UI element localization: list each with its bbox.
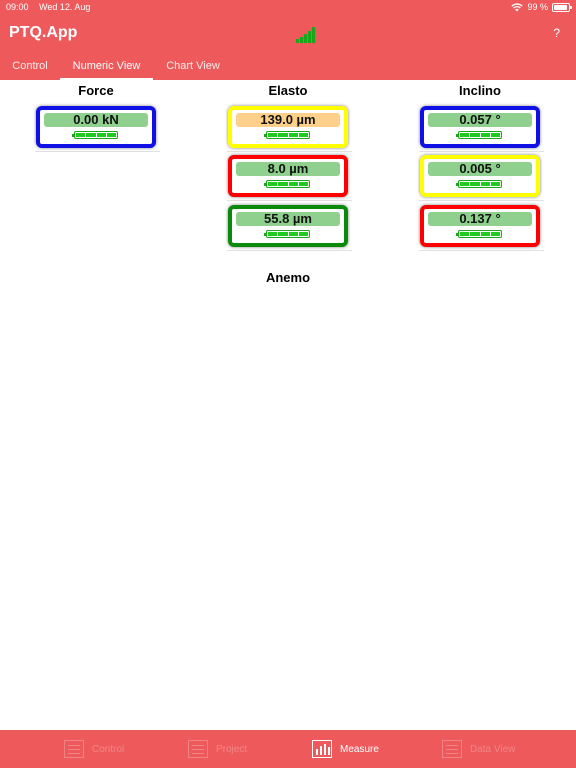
inclino-title: Inclino <box>459 83 501 98</box>
help-button[interactable]: ? <box>553 26 560 40</box>
sensor-frame: 55.8 µm <box>228 205 348 247</box>
nav-project-label: Project <box>216 743 248 755</box>
sensor-battery-icon <box>72 131 118 139</box>
sensor-value: 0.057 ° <box>428 113 532 127</box>
status-date: Wed 12. Aug <box>39 2 91 12</box>
sensor-battery-icon <box>456 131 502 139</box>
sensor-battery-icon <box>456 180 502 188</box>
sensor-value: 8.0 µm <box>236 162 340 176</box>
sensor-frame: 0.005 ° <box>420 155 540 197</box>
nav-project[interactable]: Project <box>188 730 247 768</box>
anemo-title: Anemo <box>265 270 311 285</box>
elasto-sensor-2[interactable]: 8.0 µm <box>227 154 352 201</box>
document-icon <box>188 740 208 758</box>
signal-strength-icon <box>296 27 315 43</box>
sensor-frame: 8.0 µm <box>228 155 348 197</box>
sensor-frame: 0.057 ° <box>420 106 540 148</box>
nav-control-label: Control <box>92 743 125 755</box>
nav-measure-label: Measure <box>340 743 379 755</box>
nav-measure[interactable]: Measure <box>312 730 379 768</box>
sensor-frame: 0.00 kN <box>36 106 156 148</box>
sensor-battery-icon <box>264 131 310 139</box>
nav-data-view[interactable]: Data View <box>442 730 515 768</box>
battery-icon <box>552 2 572 12</box>
inclino-sensor-2[interactable]: 0.005 ° <box>419 154 544 201</box>
tab-control[interactable]: Control <box>0 56 60 80</box>
list-icon <box>64 740 84 758</box>
force-title: Force <box>78 83 114 98</box>
inclino-sensor-1[interactable]: 0.057 ° <box>419 105 544 152</box>
status-time: 09:00 <box>6 2 29 12</box>
force-sensor-1[interactable]: 0.00 kN <box>35 105 160 152</box>
elasto-sensor-1[interactable]: 139.0 µm <box>227 105 352 152</box>
bottom-navigation: Control Project Measure Data View <box>0 730 576 768</box>
sensor-battery-icon <box>456 230 502 238</box>
sensor-frame: 139.0 µm <box>228 106 348 148</box>
app-header: 09:00 Wed 12. Aug 99 % PTQ.App ? Control… <box>0 0 576 80</box>
app-title: PTQ.App <box>9 24 78 41</box>
elasto-title: Elasto <box>268 83 308 98</box>
sensor-battery-icon <box>264 230 310 238</box>
tab-chart-view[interactable]: Chart View <box>153 56 233 80</box>
nav-control[interactable]: Control <box>64 730 124 768</box>
tab-numeric-view[interactable]: Numeric View <box>60 56 153 80</box>
sensor-value: 0.137 ° <box>428 212 532 226</box>
sensor-value: 0.005 ° <box>428 162 532 176</box>
inclino-sensor-3[interactable]: 0.137 ° <box>419 204 544 251</box>
sensor-value: 55.8 µm <box>236 212 340 226</box>
nav-data-view-label: Data View <box>470 743 516 755</box>
view-tabs: Control Numeric View Chart View <box>0 56 576 80</box>
battery-percent: 99 % <box>527 2 548 12</box>
table-icon <box>442 740 462 758</box>
wifi-icon <box>511 2 524 11</box>
status-bar: 09:00 Wed 12. Aug 99 % <box>0 0 576 16</box>
sensor-value: 139.0 µm <box>236 113 340 127</box>
sensor-battery-icon <box>264 180 310 188</box>
sensor-value: 0.00 kN <box>44 113 148 127</box>
status-right: 99 % <box>511 2 572 12</box>
elasto-sensor-3[interactable]: 55.8 µm <box>227 204 352 251</box>
sensor-frame: 0.137 ° <box>420 205 540 247</box>
bar-chart-icon <box>312 740 332 758</box>
